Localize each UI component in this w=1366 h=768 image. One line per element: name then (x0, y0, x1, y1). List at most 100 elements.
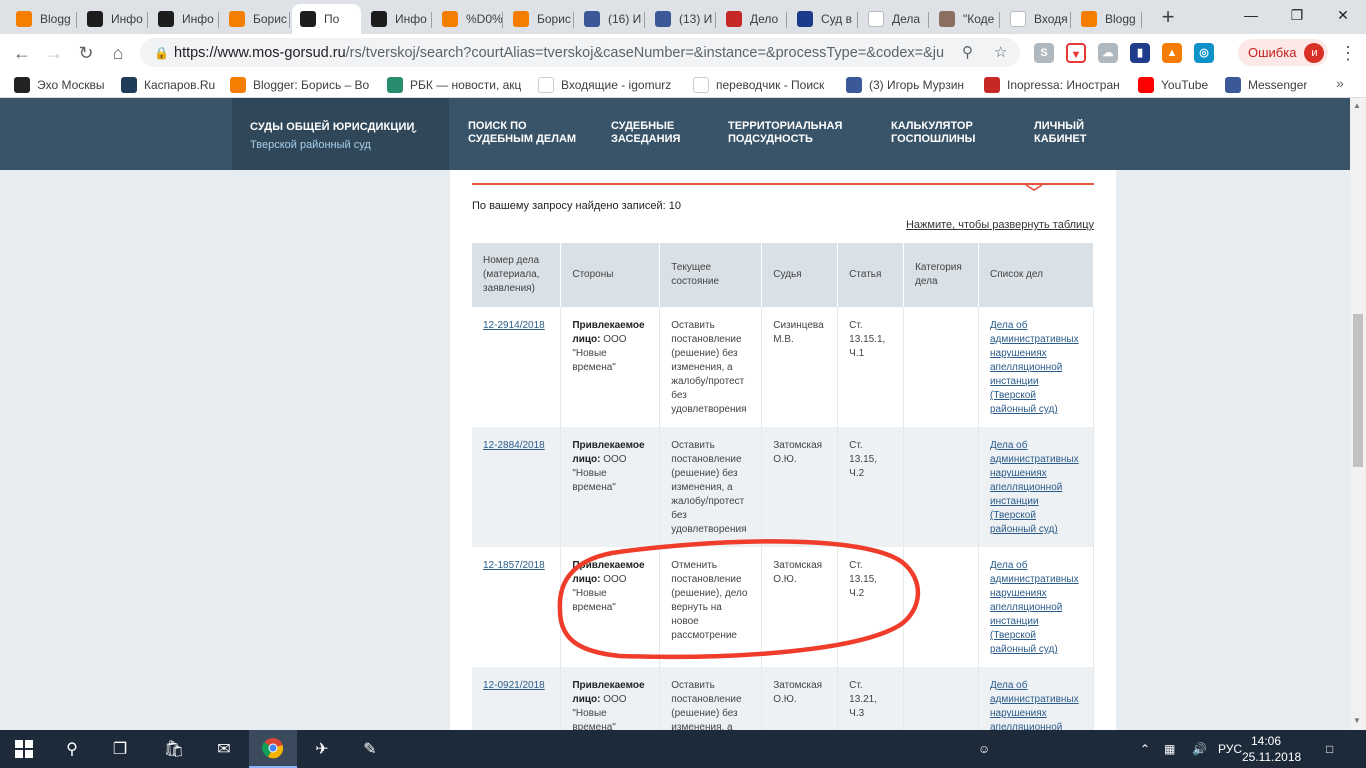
case-number-link[interactable]: 12-1857/2018 (483, 560, 545, 571)
site-navigation: СУДЫ ОБЩЕЙ ЮРИСДИКЦИИ Тверской районный … (0, 98, 1350, 170)
bookmark-item[interactable]: РБК — новости, акц (387, 75, 521, 94)
facebook-icon (655, 11, 671, 27)
bookmark-item[interactable]: переводчик - Поиск (693, 75, 824, 94)
close-window-button[interactable]: ✕ (1320, 0, 1366, 30)
blogger-icon (16, 11, 32, 27)
browser-tab[interactable]: Борис (505, 4, 574, 34)
back-icon[interactable]: ← (8, 39, 36, 67)
scroll-up-icon[interactable]: ▲ (1353, 101, 1361, 110)
cloud-extension-icon[interactable]: ☁ (1098, 43, 1118, 63)
browser-menu-icon[interactable]: ⋮ (1336, 39, 1360, 67)
new-tab-button[interactable]: + (1154, 4, 1182, 30)
profile-error-button[interactable]: Ошибка и (1238, 39, 1328, 66)
browser-tab[interactable]: %D0% (434, 4, 503, 34)
reload-icon[interactable]: ↻ (72, 39, 100, 67)
tab-title: Инфо (395, 12, 427, 26)
header-category[interactable]: Категория дела (903, 243, 979, 307)
search-icon[interactable]: ⚲ (48, 730, 96, 768)
header-judge[interactable]: Судья (761, 243, 839, 307)
bookmark-item[interactable]: (3) Игорь Мурзин (846, 75, 964, 94)
header-status[interactable]: Текущее состояние (659, 243, 763, 307)
airplane-app-icon[interactable]: ✈ (298, 730, 346, 768)
case-number-link[interactable]: 12-2914/2018 (483, 320, 545, 331)
cell-article: Ст. 13.15, Ч.2 (837, 427, 905, 547)
browser-tab[interactable]: Дело (718, 4, 787, 34)
store-icon[interactable]: 🛍 (150, 730, 198, 768)
adblock-extension-icon[interactable]: ▼ (1066, 43, 1086, 63)
divider-chevron-icon (1026, 184, 1042, 191)
case-list-link[interactable]: Дела об административных нарушениях апел… (990, 560, 1079, 655)
paint-icon[interactable]: ✎ (346, 730, 394, 768)
browser-tab[interactable]: Blogg (8, 4, 77, 34)
skype-extension-icon[interactable]: S (1034, 43, 1054, 63)
case-number-link[interactable]: 12-2884/2018 (483, 440, 545, 451)
clock-date: 25.11.2018 (1242, 750, 1302, 764)
case-list-link[interactable]: Дела об административных нарушениях апел… (990, 440, 1079, 535)
browser-tab[interactable]: (16) И (576, 4, 645, 34)
nav-hearings[interactable]: СУДЕБНЫЕ ЗАСЕДАНИЯ (611, 120, 680, 146)
fire-extension-icon[interactable]: ▲ (1162, 43, 1182, 63)
browser-tab[interactable]: Инфо (363, 4, 432, 34)
volume-icon[interactable]: 🔊 (1192, 730, 1207, 768)
nav-account[interactable]: ЛИЧНЫЙ КАБИНЕТ (1034, 120, 1086, 146)
home-icon[interactable]: ⌂ (104, 39, 132, 67)
tab-separator (1141, 12, 1142, 28)
browser-tab[interactable]: "Коде (931, 4, 1000, 34)
browser-tab[interactable]: Blogg (1073, 4, 1142, 34)
network-icon[interactable]: ▦ (1164, 730, 1175, 768)
nav-case-search[interactable]: ПОИСК ПО СУДЕБНЫМ ДЕЛАМ (468, 120, 576, 146)
header-article[interactable]: Статья (837, 243, 905, 307)
bookmark-item[interactable]: YouTube (1138, 75, 1208, 94)
expand-table-link[interactable]: Нажмите, чтобы развернуть таблицу (906, 219, 1094, 231)
browser-tab[interactable]: Дела (860, 4, 929, 34)
tab-title: (13) И (679, 12, 713, 26)
cell-status: Отменить постановление (решение), дело в… (659, 547, 763, 667)
bookmark-item[interactable]: Blogger: Борись – Во (230, 75, 369, 94)
bookmark-item[interactable]: Inopressa: Иностран (984, 75, 1120, 94)
system-clock[interactable]: 14:06 25.11.2018 (1242, 733, 1302, 765)
browser-tab[interactable]: Входя (1002, 4, 1071, 34)
mail-icon[interactable]: ✉ (200, 730, 248, 768)
browser-tab[interactable]: По (292, 4, 361, 34)
browser-tab[interactable]: Суд в (789, 4, 858, 34)
bookmarks-more-button[interactable]: » (1336, 75, 1344, 91)
case-list-link[interactable]: Дела об административных нарушениях апел… (990, 680, 1079, 730)
bookmark-item[interactable]: Эхо Москвы (14, 75, 105, 94)
bookmark-item[interactable]: Каспаров.Ru (121, 75, 215, 94)
page-scrollbar[interactable]: ▲ ▼ (1350, 98, 1366, 730)
case-number-link[interactable]: 12-0921/2018 (483, 680, 545, 691)
nav-jurisdiction[interactable]: ТЕРРИТОРИАЛЬНАЯ ПОДСУДНОСТЬ (728, 120, 842, 146)
address-bar[interactable]: 🔒 https://www.mos-gorsud.ru/rs/tverskoj/… (140, 38, 1020, 67)
nav-courts-dropdown[interactable]: СУДЫ ОБЩЕЙ ЮРИСДИКЦИИ Тверской районный … (232, 98, 449, 170)
header-case-list[interactable]: Список дел (978, 243, 1095, 307)
show-hidden-icons[interactable]: ⌃ (1140, 730, 1150, 768)
browser-tab[interactable]: Инфо (150, 4, 219, 34)
scroll-down-icon[interactable]: ▼ (1353, 716, 1361, 725)
restore-button[interactable]: ❐ (1274, 0, 1320, 30)
windows-start-icon[interactable] (0, 730, 48, 768)
nav-hearings-line2: ЗАСЕДАНИЯ (611, 133, 681, 145)
browser-tab[interactable]: (13) И (647, 4, 716, 34)
bookmark-extension-icon[interactable]: ▮ (1130, 43, 1150, 63)
browser-tab[interactable]: Инфо (79, 4, 148, 34)
chrome-icon[interactable] (249, 730, 297, 768)
case-list-link[interactable]: Дела об административных нарушениях апел… (990, 320, 1079, 415)
tab-title: Борис (253, 12, 287, 26)
vpn-extension-icon[interactable]: ◎ (1194, 43, 1214, 63)
browser-tab[interactable]: Борис (221, 4, 290, 34)
search-icon[interactable]: ⚲ (962, 38, 973, 67)
scrollbar-thumb[interactable] (1353, 314, 1363, 467)
language-indicator[interactable]: РУС (1218, 730, 1242, 768)
bookmark-item[interactable]: Входящие - igomurz (538, 75, 671, 94)
people-icon[interactable]: ☺ (978, 730, 990, 768)
url-text[interactable]: https://www.mos-gorsud.ru/rs/tverskoj/se… (174, 45, 944, 61)
header-case-number[interactable]: Номер дела (материала, заявления) (472, 243, 562, 307)
bookmark-star-icon[interactable]: ☆ (994, 38, 1007, 67)
forward-icon[interactable]: → (40, 39, 68, 67)
minimize-button[interactable]: — (1228, 0, 1274, 30)
bookmark-item[interactable]: Messenger (1225, 75, 1307, 94)
header-parties[interactable]: Стороны (560, 243, 661, 307)
nav-fee-calculator[interactable]: КАЛЬКУЛЯТОР ГОСПОШЛИНЫ (891, 120, 975, 146)
notifications-icon[interactable]: □ (1326, 730, 1333, 768)
task-view-icon[interactable]: ❐ (96, 730, 144, 768)
